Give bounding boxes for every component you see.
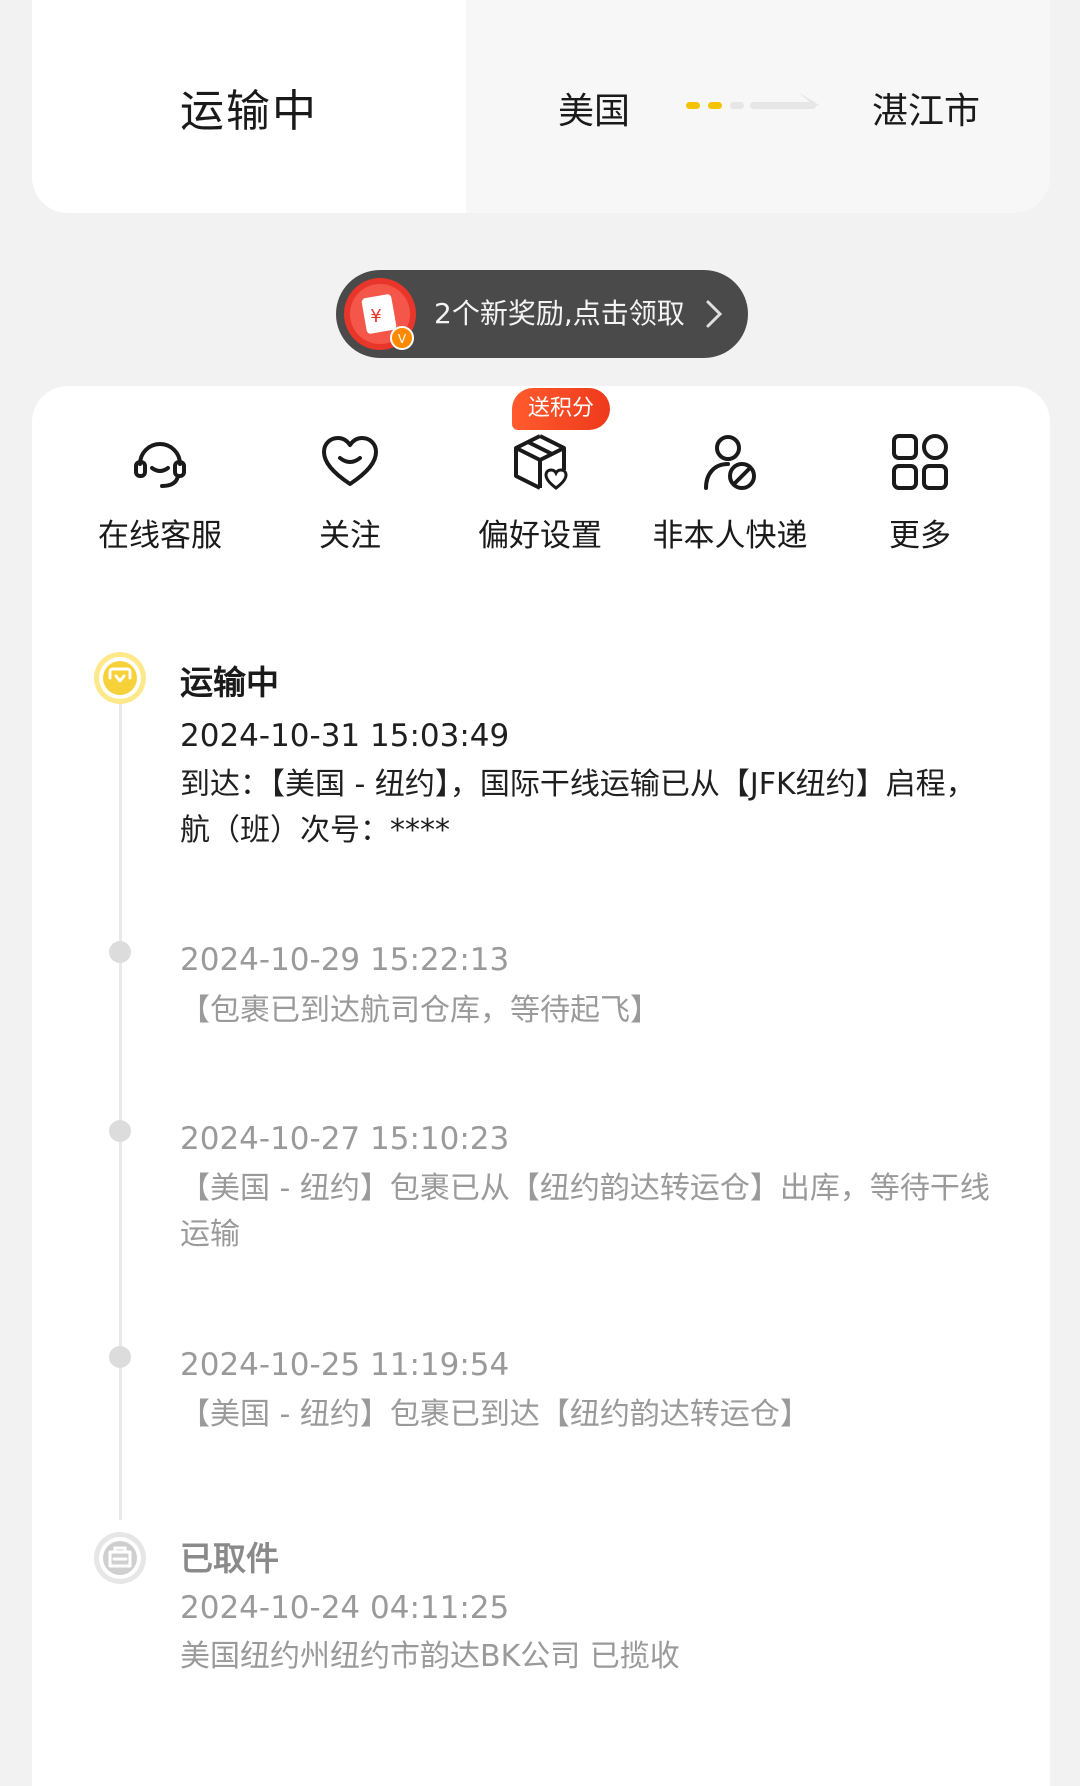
timeline-desc: 【包裹已到达航司仓库，等待起飞】: [180, 993, 660, 1028]
red-envelope-icon: ¥ V: [344, 278, 416, 350]
timeline-time: 2024-10-25 11:19:54: [180, 1347, 510, 1383]
route-arrow-icon: [686, 92, 820, 109]
svg-text:V: V: [398, 332, 407, 346]
reward-text: 2个新奖励,点击领取: [434, 297, 685, 330]
timeline-time: 2024-10-24 04:11:25: [180, 1590, 510, 1626]
action-label: 关注: [319, 518, 381, 554]
points-badge: 送积分: [512, 388, 610, 430]
timeline-time: 2024-10-31 15:03:49: [180, 718, 510, 754]
timeline-status: 运输中: [180, 663, 279, 702]
action-more[interactable]: 更多: [820, 430, 1020, 555]
action-preferences[interactable]: 偏好设置: [440, 430, 640, 555]
timeline-status: 已取件: [180, 1539, 279, 1578]
action-label: 在线客服: [98, 518, 222, 554]
timeline-desc: 到达：【美国 - 纽约】，国际干线运输已从【JFK纽约】启程，航（班）次号：**…: [180, 767, 976, 848]
truck-status-icon: [94, 652, 146, 704]
timeline-desc: 【美国 - 纽约】包裹已到达【纽约韵达转运仓】: [180, 1397, 810, 1432]
route-destination: 湛江市: [872, 91, 981, 132]
timeline-desc: 【美国 - 纽约】包裹已从【纽约韵达转运仓】出库，等待干线运输: [180, 1171, 990, 1252]
route-origin: 美国: [558, 91, 631, 132]
timeline-dot: [109, 1120, 131, 1142]
grid-icon: [892, 434, 948, 490]
pickup-status-icon: [94, 1532, 146, 1584]
status-label: 运输中: [180, 85, 318, 137]
timeline-time: 2024-10-27 15:10:23: [180, 1121, 510, 1157]
action-label: 更多: [889, 518, 951, 554]
action-follow[interactable]: 关注: [250, 430, 450, 555]
user-ban-icon: [704, 435, 756, 490]
timeline-desc: 美国纽约州纽约市韵达BK公司 已揽收: [180, 1639, 680, 1674]
status-tab[interactable]: 运输中: [32, 0, 466, 213]
box-heart-icon: [514, 434, 568, 490]
timeline-dot: [109, 1346, 131, 1368]
reward-claim-button[interactable]: ¥ V 2个新奖励,点击领取: [336, 270, 748, 358]
action-online-service[interactable]: 在线客服: [60, 430, 260, 555]
action-not-my-parcel[interactable]: 非本人快递: [630, 430, 830, 555]
headset-icon: [134, 442, 186, 488]
timeline-time: 2024-10-29 15:22:13: [180, 942, 510, 978]
timeline-dot: [109, 941, 131, 963]
heart-icon: [322, 436, 378, 486]
svg-text:¥: ¥: [370, 306, 381, 327]
timeline-line: [119, 700, 122, 1520]
action-label: 偏好设置: [478, 518, 602, 554]
chevron-right-icon: [706, 300, 723, 328]
action-label: 非本人快递: [652, 518, 808, 554]
